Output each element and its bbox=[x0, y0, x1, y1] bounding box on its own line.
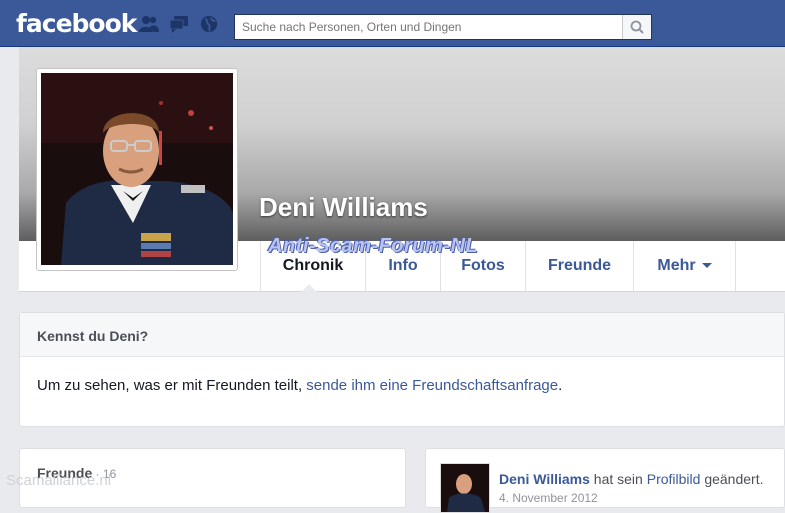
post-headline: Deni Williams hat sein Profilbild geände… bbox=[499, 471, 764, 487]
watermark-scamalliance: Scamalliance.nl bbox=[6, 472, 112, 489]
know-person-title: Kennst du Deni? bbox=[37, 328, 149, 344]
notifications-globe-icon[interactable] bbox=[199, 15, 219, 33]
chevron-down-icon bbox=[701, 263, 712, 269]
post-avatar-image bbox=[441, 464, 489, 512]
search-button[interactable] bbox=[622, 15, 651, 39]
know-person-text-suffix: . bbox=[558, 377, 563, 394]
tab-mehr-label: Mehr bbox=[657, 257, 696, 274]
profile-name[interactable]: Deni Williams bbox=[259, 192, 428, 223]
post-action-end: geändert. bbox=[700, 471, 764, 487]
know-person-card-header: Kennst du Deni? bbox=[20, 313, 784, 357]
friend-request-link[interactable]: sende ihm eine Freundschaftsanfrage bbox=[306, 377, 558, 394]
top-navigation-bar: facebook bbox=[0, 0, 785, 47]
friend-requests-icon[interactable] bbox=[139, 15, 159, 33]
know-person-card: Kennst du Deni? Um zu sehen, was er mit … bbox=[19, 312, 785, 427]
profile-picture[interactable] bbox=[41, 73, 233, 265]
watermark-text: Anti-Scam-Forum-NL bbox=[268, 235, 479, 257]
post-action-text: hat sein bbox=[589, 471, 647, 487]
search-input[interactable] bbox=[235, 15, 628, 39]
active-tab-indicator bbox=[301, 284, 317, 292]
post-timestamp[interactable]: 4. November 2012 bbox=[499, 491, 598, 505]
search-icon bbox=[630, 20, 644, 34]
tab-mehr[interactable]: Mehr bbox=[633, 241, 736, 291]
messages-icon[interactable] bbox=[169, 15, 189, 33]
know-person-text-prefix: Um zu sehen, was er mit Freunden teilt, bbox=[37, 377, 307, 394]
facebook-logo[interactable]: facebook bbox=[16, 9, 137, 38]
tab-freunde[interactable]: Freunde bbox=[525, 241, 633, 291]
profile-photo-image bbox=[41, 73, 233, 265]
know-person-text: Um zu sehen, was er mit Freunden teilt, … bbox=[37, 377, 562, 394]
post-profile-picture-link[interactable]: Profilbild bbox=[647, 471, 701, 487]
timeline-post: Deni Williams hat sein Profilbild geände… bbox=[425, 448, 785, 513]
search-box bbox=[234, 14, 652, 40]
post-author-avatar[interactable] bbox=[440, 463, 490, 513]
post-author-link[interactable]: Deni Williams bbox=[499, 471, 590, 487]
